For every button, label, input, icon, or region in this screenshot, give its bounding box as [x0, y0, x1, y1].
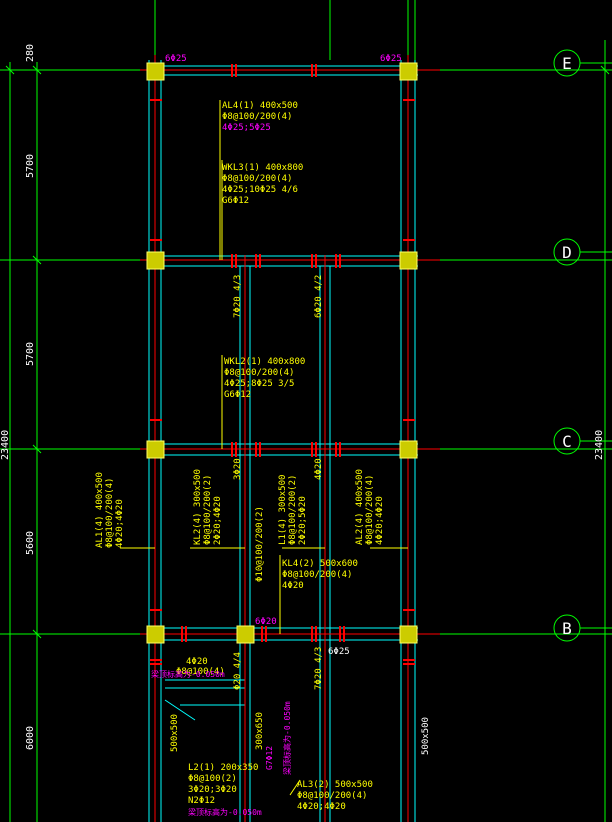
al3-line1: AL3(2) 500x500 — [297, 780, 373, 790]
elev-note-2: 梁顶标高为-0.050m — [188, 807, 262, 817]
kl4-line1: KL4(2) 500x600 — [282, 559, 358, 569]
wkl2-line3: 4Φ25;8Φ25 3/5 — [224, 379, 294, 389]
kl2-line3: 2Φ20;4Φ20 — [213, 496, 223, 545]
axis-bubbles: E D C B — [553, 49, 612, 642]
al2-line2: Φ8@100/200(4) — [365, 475, 375, 545]
pink-note-1: 梁顶标高为-0.050m — [282, 701, 292, 775]
pink-note-2: G7Φ12 — [265, 746, 274, 770]
note-v1: 7Φ20 4/3 — [233, 275, 243, 318]
note-v6: Φ20 4/4 — [233, 652, 243, 690]
axis-label-b: B — [562, 619, 572, 638]
note-v7: 7Φ20 4/3 — [314, 647, 324, 690]
al2-line1: AL2(4) 400x500 — [355, 469, 365, 545]
wkl2-line2: Φ8@100/200(4) — [224, 368, 294, 378]
rebar-label-left: 6Φ25 — [165, 54, 187, 64]
al4-line3: 4Φ25;5Φ25 — [222, 123, 271, 133]
dim-5700-b: 5700 — [25, 342, 36, 366]
l1-line1: L1(4) 300x500 — [278, 475, 288, 545]
dim-5700-a: 5700 — [25, 154, 36, 178]
dim-total-left: 23400 — [0, 430, 11, 460]
axis-label-c: C — [562, 432, 572, 451]
al1-line2: Φ8@100/200(4) — [105, 478, 115, 548]
l2-line1: L2(1) 200x350 — [188, 763, 258, 773]
al3-line3: 4Φ20;4Φ20 — [297, 802, 346, 812]
al4-line2: Φ8@100/200(4) — [222, 112, 292, 122]
l1-line3: 2Φ20;5Φ20 — [298, 496, 308, 545]
wkl3-line3: 4Φ25;10Φ25 4/6 — [222, 185, 298, 195]
dimension-texts: 280 5700 5700 5600 6000 23400 23400 — [0, 44, 605, 750]
note-v9: 500x500 — [170, 714, 180, 752]
l1-line2: Φ8@100/200(2) — [288, 475, 298, 545]
wkl3-line1: WKL3(1) 400x800 — [222, 163, 303, 173]
l2-line4: N2Φ12 — [188, 796, 215, 806]
wkl3-line4: G6Φ12 — [222, 196, 249, 206]
kl2-line2: Φ8@100/200(2) — [203, 475, 213, 545]
al1-line3: 4Φ20;4Φ20 — [115, 499, 125, 548]
rebar-label-right: 6Φ25 — [380, 54, 402, 64]
l2-line2: Φ8@100(2) — [188, 774, 237, 784]
drawing-canvas: E D C B 280 5700 5700 5600 6000 23400 23… — [0, 0, 612, 822]
note-420: 4Φ20 — [186, 657, 208, 667]
dim-280: 280 — [25, 44, 36, 62]
dim-6000: 6000 — [25, 726, 36, 750]
note-v2: 6Φ20 4/2 — [314, 275, 324, 318]
elev-note-1: 梁顶标高为-0.050m — [151, 669, 225, 679]
grid-lines — [0, 0, 612, 822]
kl4-line3: 4Φ20 — [282, 581, 304, 591]
al1-line1: AL1(4) 400x500 — [95, 472, 105, 548]
columns — [146, 62, 418, 644]
dim-5600: 5600 — [25, 531, 36, 555]
dimension-ticks — [5, 65, 610, 639]
rebar-label-6025: 6Φ25 — [328, 647, 350, 657]
rebar-label-6020: 6Φ20 — [255, 617, 277, 627]
al3-line2: Φ8@100/200(4) — [297, 791, 367, 801]
al4-line1: AL4(1) 400x500 — [222, 101, 298, 111]
wkl3-line2: Φ8@100/200(4) — [222, 174, 292, 184]
dim-total-right: 23400 — [594, 430, 605, 460]
kl4-line2: Φ8@100/200(4) — [282, 570, 352, 580]
note-v5: Φ10@100/200(2) — [255, 506, 265, 582]
wkl2-line1: WKL2(1) 400x800 — [224, 357, 305, 367]
wkl2-line4: G6Φ12 — [224, 390, 251, 400]
note-v8: 300x650 — [255, 712, 265, 750]
kl2-line1: KL2(4) 300x500 — [193, 469, 203, 545]
l2-line3: 3Φ20;3Φ20 — [188, 785, 237, 795]
note-v4: 4Φ20 — [314, 458, 324, 480]
al2-line3: 4Φ20;4Φ20 — [375, 496, 385, 545]
note-v10: 500x500 — [421, 717, 431, 755]
axis-label-e: E — [562, 54, 572, 73]
axis-label-d: D — [562, 243, 572, 262]
note-v3: 3Φ20 — [233, 458, 243, 480]
rotated-annotations: AL1(4) 400x500 Φ8@100/200(4) 4Φ20;4Φ20 K… — [95, 275, 431, 755]
